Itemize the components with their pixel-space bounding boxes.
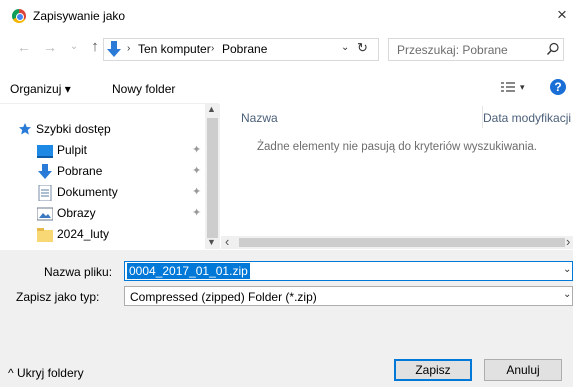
cancel-button[interactable]: Anuluj <box>484 359 562 381</box>
empty-list-message: Żadne elementy nie pasują do kryteriów w… <box>257 141 537 153</box>
column-header-date[interactable]: Data modyfikacji <box>483 111 571 125</box>
nav-quick-access[interactable]: Szybki dostęp <box>36 119 111 139</box>
scroll-left-icon[interactable]: ‹ <box>225 234 229 249</box>
recent-locations-button[interactable]: ⌄ <box>66 37 82 57</box>
filetype-value: Compressed (zipped) Folder (*.zip) <box>130 290 317 304</box>
filetype-label: Zapisz jako typ: <box>16 290 100 304</box>
breadcrumb-separator: › <box>127 43 131 54</box>
pin-icon: ✦ <box>192 144 202 156</box>
hide-folders-button[interactable]: ^ Ukryj foldery <box>8 366 84 380</box>
scroll-down-icon[interactable]: ▼ <box>207 237 216 247</box>
folder-icon <box>37 228 53 242</box>
filename-label: Nazwa pliku: <box>44 265 113 279</box>
download-icon <box>38 164 52 179</box>
nav-item-pobrane[interactable]: Pobrane <box>57 161 102 181</box>
pin-icon: ✦ <box>192 207 202 219</box>
search-icon[interactable] <box>546 42 560 56</box>
help-icon[interactable]: ? <box>550 79 566 95</box>
filetype-dropdown-button[interactable]: ⌄ <box>563 289 571 300</box>
nav-scrollbar-thumb[interactable] <box>207 118 218 238</box>
view-options-icon[interactable] <box>500 80 516 94</box>
back-button[interactable]: ← <box>16 37 32 57</box>
nav-item-pulpit[interactable]: Pulpit <box>57 140 87 160</box>
forward-button[interactable]: → <box>42 37 58 57</box>
pictures-icon <box>37 207 53 221</box>
scroll-up-icon[interactable]: ▲ <box>207 104 216 114</box>
nav-item-dokumenty[interactable]: Dokumenty <box>57 182 118 202</box>
list-scrollbar-thumb[interactable] <box>239 238 565 247</box>
downloads-icon <box>107 41 121 57</box>
breadcrumb-ten-komputer[interactable]: Ten komputer <box>138 42 211 56</box>
desktop-icon <box>37 145 53 158</box>
refresh-button[interactable]: ↻ <box>357 40 368 56</box>
address-dropdown-button[interactable]: ⌄ <box>341 42 349 53</box>
nav-item-obrazy[interactable]: Obrazy <box>57 203 96 223</box>
documents-icon <box>38 185 52 201</box>
column-header-name[interactable]: Nazwa <box>241 111 278 125</box>
new-folder-button[interactable]: Nowy folder <box>112 82 175 96</box>
breadcrumb-separator: › <box>211 43 215 54</box>
pin-icon: ✦ <box>192 165 202 177</box>
filename-input[interactable]: 0004_2017_01_01.zip <box>127 263 250 279</box>
up-button[interactable]: ↑ <box>88 37 102 57</box>
organize-menu-button[interactable]: Organizuj ▾ <box>10 82 71 96</box>
command-bar <box>0 72 573 102</box>
view-dropdown-button[interactable]: ▾ <box>520 82 525 93</box>
filename-dropdown-button[interactable]: ⌄ <box>563 264 571 275</box>
window-title: Zapisywanie jako <box>33 9 126 23</box>
nav-item-2024-luty[interactable]: 2024_luty <box>57 224 109 244</box>
save-button[interactable]: Zapisz <box>394 359 472 381</box>
close-button[interactable]: × <box>553 4 571 26</box>
breadcrumb-pobrane[interactable]: Pobrane <box>222 42 267 56</box>
star-icon <box>19 123 31 135</box>
chrome-app-icon <box>12 9 26 23</box>
pin-icon: ✦ <box>192 186 202 198</box>
search-input[interactable]: Przeszukaj: Pobrane <box>397 43 508 57</box>
scroll-right-icon[interactable]: › <box>566 234 570 249</box>
